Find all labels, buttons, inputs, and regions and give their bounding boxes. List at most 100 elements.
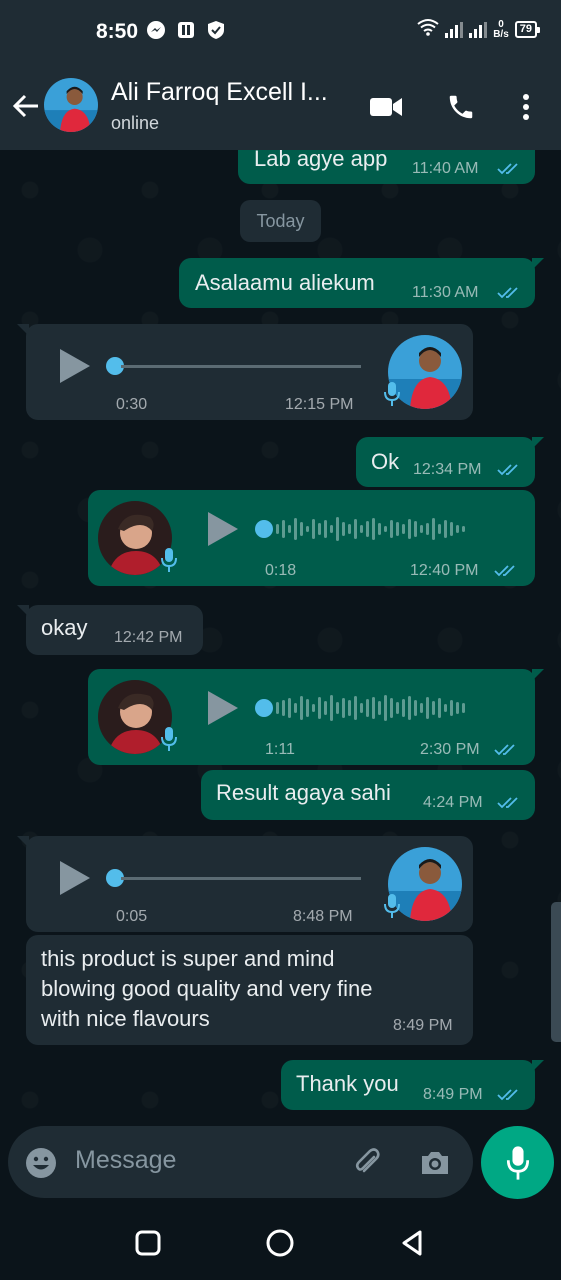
home-icon[interactable] (264, 1227, 296, 1259)
waveform-bar (384, 526, 387, 532)
voice-message[interactable]: 0:18 12:40 PM (88, 490, 535, 586)
message-bubble[interactable]: Result agaya sahi 4:24 PM (201, 770, 535, 820)
waveform-bar (456, 702, 459, 714)
waveform-bar (348, 524, 351, 534)
waveform-bar (408, 519, 411, 539)
playback-position[interactable] (255, 520, 273, 538)
video-camera-icon[interactable] (369, 90, 403, 124)
waveform-bar (384, 695, 387, 721)
waveform-bar (408, 696, 411, 720)
waveform-bar (414, 700, 417, 716)
chat-area[interactable]: Lab agye app 11:40 AM Today Asalaamu ali… (0, 150, 561, 1125)
voice-duration: 1:11 (265, 741, 295, 758)
waveform-bar (330, 525, 333, 533)
phone-icon[interactable] (444, 90, 478, 124)
status-bar: 8:50 0 B/s 79 (0, 0, 561, 62)
message-bubble[interactable]: Asalaamu aliekum 11:30 AM (179, 258, 544, 308)
message-composer[interactable]: Message (8, 1126, 473, 1198)
waveform-bar (438, 524, 441, 534)
play-icon[interactable] (208, 691, 238, 725)
message-bubble[interactable]: okay 12:42 PM (17, 605, 203, 655)
date-chip: Today (240, 200, 321, 242)
net-speed: 0 B/s (493, 19, 509, 40)
play-icon[interactable] (60, 349, 90, 383)
message-bubble[interactable]: Ok 12:34 PM (356, 437, 544, 487)
voice-duration: 0:05 (116, 908, 148, 925)
voice-message[interactable]: 0:30 12:15 PM (17, 324, 473, 420)
waveform-bar (306, 699, 309, 717)
microphone-icon (384, 381, 400, 407)
message-line: with nice flavours (41, 1006, 210, 1031)
waveform-bar (390, 520, 393, 538)
waveform[interactable] (276, 514, 465, 544)
message-time: 12:15 PM (285, 396, 354, 413)
waveform-bar (378, 523, 381, 535)
arrow-left-icon[interactable] (10, 90, 42, 122)
waveform-bar (348, 700, 351, 716)
wifi-icon (417, 18, 439, 41)
notification-app-icon (176, 20, 196, 45)
message-text: okay (41, 615, 88, 640)
double-check-icon (494, 564, 518, 578)
scroll-handle[interactable] (551, 902, 561, 1042)
shield-icon (206, 20, 226, 45)
playback-track[interactable] (121, 877, 361, 880)
waveform-bar (324, 701, 327, 715)
waveform-bar (426, 697, 429, 719)
message-bubble[interactable]: this product is super and mind blowing g… (26, 935, 473, 1045)
emoji-icon[interactable] (24, 1146, 58, 1180)
back-nav-icon[interactable] (396, 1227, 428, 1259)
waveform-bar (390, 698, 393, 718)
message-input[interactable]: Message (75, 1146, 176, 1175)
waveform-bar (300, 696, 303, 720)
play-icon[interactable] (208, 512, 238, 546)
avatar[interactable] (44, 78, 98, 132)
waveform-bar (450, 700, 453, 716)
waveform-bar (396, 702, 399, 714)
waveform-bar (414, 521, 417, 537)
waveform-bar (372, 518, 375, 540)
waveform-bar (450, 522, 453, 536)
waveform-bar (294, 703, 297, 713)
waveform-bar (462, 526, 465, 532)
waveform-bar (396, 522, 399, 536)
more-vertical-icon[interactable] (509, 90, 543, 124)
waveform[interactable] (276, 693, 465, 723)
waveform-bar (420, 703, 423, 713)
message-bubble[interactable]: Lab agye app 11:40 AM (238, 150, 535, 184)
waveform-bar (294, 518, 297, 540)
message-time: 2:30 PM (420, 741, 480, 758)
microphone-icon (161, 726, 177, 752)
waveform-bar (360, 703, 363, 713)
play-icon[interactable] (60, 861, 90, 895)
waveform-bar (288, 525, 291, 533)
message-text: Asalaamu aliekum (195, 270, 375, 295)
playback-track[interactable] (121, 365, 361, 368)
message-bubble[interactable]: Thank you 8:49 PM (281, 1060, 544, 1110)
contact-name[interactable]: Ali Farroq Excell I... (111, 78, 328, 107)
waveform-bar (336, 702, 339, 714)
voice-message[interactable]: 0:05 8:48 PM (17, 836, 473, 932)
message-text: Ok (371, 449, 400, 474)
waveform-bar (276, 524, 279, 534)
waveform-bar (312, 519, 315, 539)
paperclip-icon[interactable] (350, 1146, 384, 1180)
message-time: 8:49 PM (393, 1017, 453, 1034)
voice-message[interactable]: 1:11 2:30 PM (88, 669, 544, 765)
message-time: 11:30 AM (412, 284, 479, 301)
battery-icon: 79 (514, 21, 541, 38)
message-time: 4:24 PM (423, 794, 483, 811)
message-time: 8:48 PM (293, 908, 353, 925)
message-time: 12:42 PM (114, 629, 183, 646)
waveform-bar (372, 697, 375, 719)
waveform-bar (300, 522, 303, 536)
waveform-bar (306, 526, 309, 532)
double-check-icon (497, 286, 521, 300)
waveform-bar (288, 698, 291, 718)
playback-position[interactable] (255, 699, 273, 717)
recents-icon[interactable] (132, 1227, 164, 1259)
voice-duration: 0:18 (265, 562, 297, 579)
message-time: 12:40 PM (410, 562, 479, 579)
record-voice-button[interactable] (481, 1126, 554, 1199)
camera-icon[interactable] (418, 1146, 452, 1180)
